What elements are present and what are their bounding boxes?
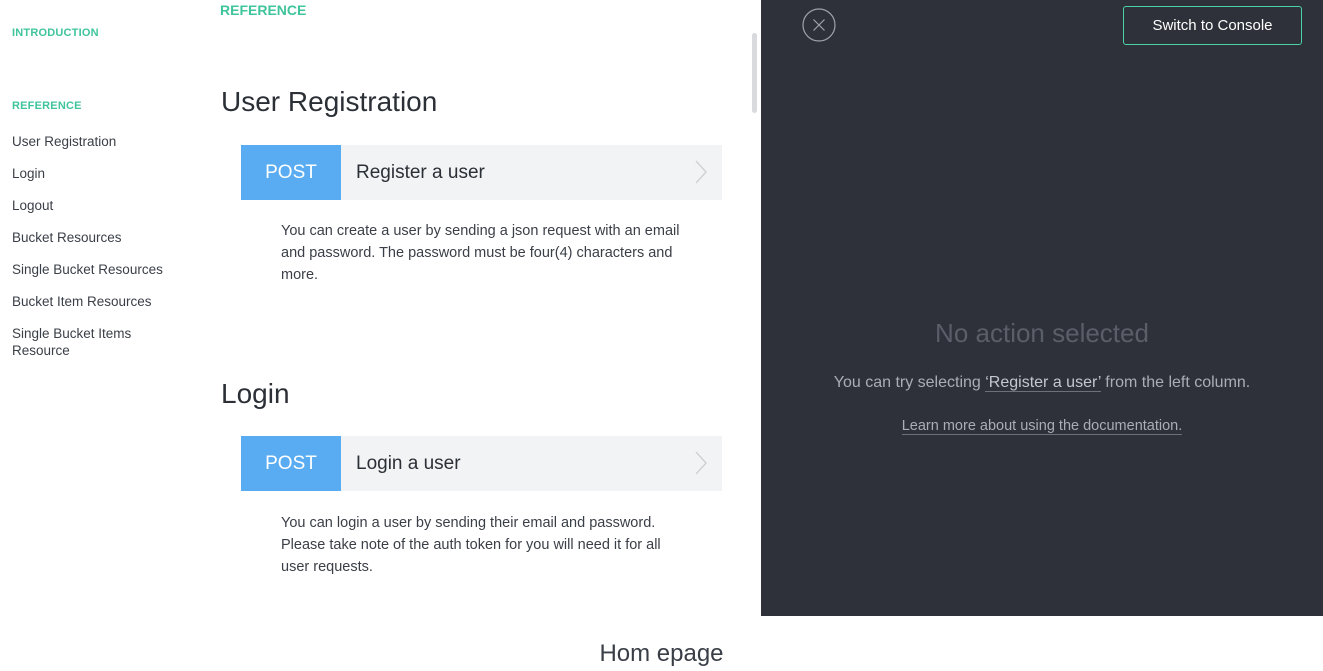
sidebar-item-bucket-resources[interactable]: Bucket Resources: [12, 229, 177, 246]
method-badge: POST: [241, 145, 341, 200]
learn-more-link[interactable]: Learn more about using the documentation…: [901, 418, 1183, 435]
method-badge: POST: [241, 436, 341, 491]
endpoint-description: You can login a user by sending their em…: [281, 515, 661, 575]
endpoint-name: Login a user: [356, 452, 461, 474]
sidebar-item-single-bucket-items-resource[interactable]: Single Bucket Items Resource: [12, 325, 177, 359]
empty-state-message: You can try selecting ‘Register a user’ …: [761, 374, 1323, 392]
sidebar-section-reference[interactable]: REFERENCE: [12, 100, 82, 112]
endpoint-register-user[interactable]: POST Register a user: [241, 145, 722, 200]
sidebar-item-login[interactable]: Login: [12, 165, 177, 182]
docs-scrollbar[interactable]: [752, 33, 757, 113]
chevron-right-icon: [695, 160, 707, 184]
register-user-link[interactable]: ‘Register a user’: [985, 374, 1101, 392]
empty-state-prefix: You can try selecting: [833, 374, 986, 391]
chevron-right-icon: [695, 451, 707, 475]
section-label: REFERENCE: [220, 2, 307, 18]
switch-to-console-button[interactable]: Switch to Console: [1123, 6, 1302, 45]
sidebar-item-logout[interactable]: Logout: [12, 197, 177, 214]
sidebar-item-bucket-item-resources[interactable]: Bucket Item Resources: [12, 293, 177, 310]
section-title-login: Login: [221, 378, 290, 409]
sidebar-section-introduction[interactable]: INTRODUCTION: [12, 27, 99, 39]
endpoint-description: You can create a user by sending a json …: [281, 223, 680, 283]
sidebar-nav-list: User Registration Login Logout Bucket Re…: [12, 133, 177, 374]
sidebar: INTRODUCTION REFERENCE User Registration…: [0, 0, 190, 616]
endpoint-login-user[interactable]: POST Login a user: [241, 436, 722, 491]
learn-more-row: Learn more about using the documentation…: [761, 418, 1323, 435]
page-caption: Hom epage: [599, 640, 724, 667]
docs-main: REFERENCE User Registration POST Registe…: [200, 0, 760, 616]
sidebar-item-single-bucket-resources[interactable]: Single Bucket Resources: [12, 261, 177, 278]
close-circle-icon[interactable]: [802, 8, 836, 42]
empty-state-suffix: from the left column.: [1100, 374, 1251, 391]
endpoint-name: Register a user: [356, 161, 485, 183]
sidebar-item-user-registration[interactable]: User Registration: [12, 133, 177, 150]
console-panel: Switch to Console No action selected You…: [761, 0, 1323, 616]
empty-state-title: No action selected: [935, 318, 1149, 348]
section-title-user-registration: User Registration: [221, 86, 438, 117]
